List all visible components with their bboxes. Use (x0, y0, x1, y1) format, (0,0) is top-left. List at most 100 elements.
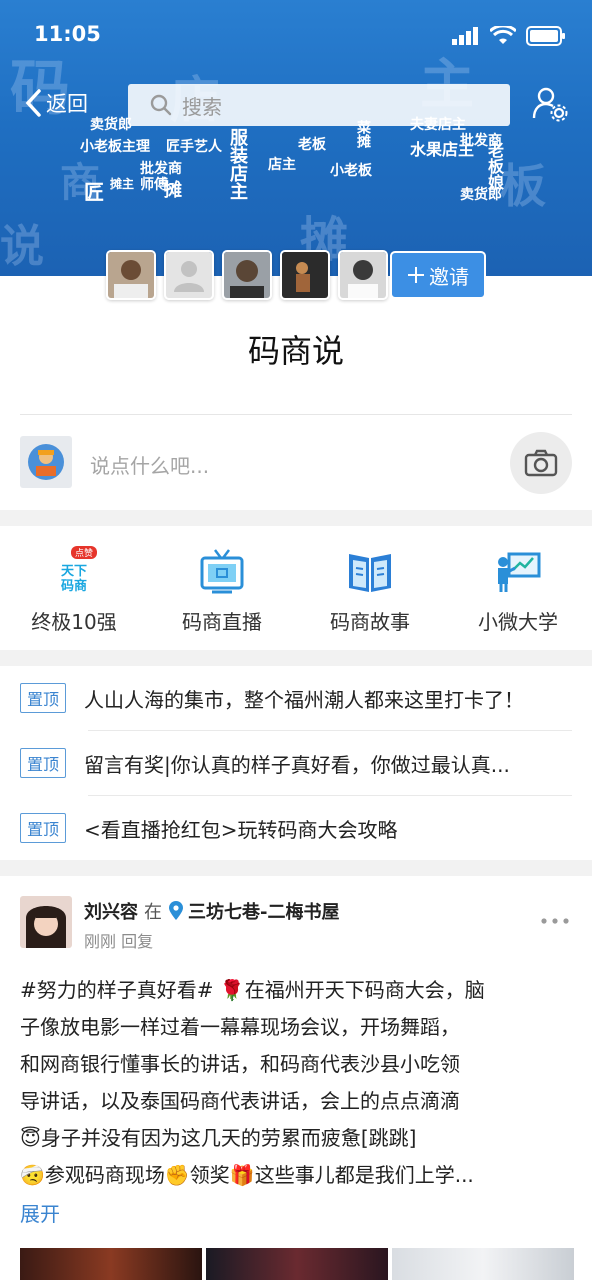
signal-icon (452, 27, 478, 45)
svg-text:点赞: 点赞 (75, 547, 93, 559)
post-image[interactable] (20, 1248, 202, 1280)
cloud-word: 卖货郎 (460, 187, 502, 203)
post-body-line: #努力的样子真好看# 🌹在福州开天下码商大会，脑 (20, 978, 485, 1002)
back-button[interactable]: 返回 (24, 88, 88, 118)
cloud-word: 摊 (164, 180, 182, 201)
location-name: 三坊七巷-二梅书屋 (188, 902, 340, 923)
group-settings-button[interactable] (532, 86, 568, 126)
cloud-word: 老板 (298, 137, 326, 153)
feed-post: 刘兴容 在 三坊七巷-二梅书屋 刚刚 回复 #努力的样子真好看# 🌹在福州开天下… (0, 876, 592, 1280)
pinned-tag: 置顶 (20, 813, 67, 843)
author-photo-icon (20, 896, 72, 948)
back-label: 返回 (46, 92, 88, 116)
location-pin-icon (169, 901, 183, 920)
open-book-icon (345, 546, 395, 596)
post-images (20, 1248, 574, 1280)
search-placeholder: 搜索 (182, 94, 222, 119)
tv-live-icon (197, 546, 247, 596)
cloud-word: 匠 (84, 180, 104, 204)
pinned-item[interactable]: 置顶 人山人海的集市，整个福州潮人都来这里打卡了！ (0, 666, 592, 730)
post-image[interactable] (206, 1248, 388, 1280)
member-photo-icon (108, 252, 154, 298)
cloud-word: 小老板 (330, 163, 372, 179)
default-avatar-icon (166, 252, 212, 298)
location-link[interactable]: 三坊七巷-二梅书屋 (168, 898, 339, 924)
nav-item-stories[interactable]: 码商故事 (296, 526, 444, 650)
post-body-line: 导讲话，以及泰国码商代表讲话，会上的点点滴滴 (20, 1089, 460, 1113)
member-photo-icon (282, 252, 328, 298)
pinned-title: <看直播抢红包>玩转码商大会攻略 (84, 817, 398, 842)
group-title: 码商说 (247, 332, 344, 370)
svg-text:码商: 码商 (61, 578, 87, 594)
banner-word-cloud: 卖货郎 小老板主理 匠手艺人 匠 批发商 店主 摊主 师傅 摊 服装店主 老板 … (80, 118, 510, 213)
status-bar: 11:05 (0, 18, 592, 54)
post-body-line: 😇身子并没有因为这几天的劳累而疲惫[跳跳] (20, 1126, 417, 1150)
feature-nav: 天下 码商 点赞 终极10强 码商直播 码商故事 小微大学 (0, 526, 592, 650)
cloud-word: 摊主 (110, 177, 135, 191)
trophy-badge-icon: 天下 码商 点赞 (49, 546, 99, 596)
search-input[interactable]: 搜索 (128, 84, 510, 126)
member-photo-icon (340, 252, 386, 298)
my-avatar (20, 436, 72, 488)
expand-link[interactable]: 展开 (20, 1198, 60, 1227)
wifi-icon (490, 26, 516, 44)
pinned-title: 留言有奖|你认真的样子真好看，你做过最认真... (84, 752, 510, 777)
member-avatar[interactable] (338, 250, 388, 300)
pinned-tag: 置顶 (20, 683, 67, 713)
nav-label: 小微大学 (478, 610, 558, 634)
status-icons (452, 26, 566, 46)
plus-icon (408, 267, 424, 283)
nav-label: 码商故事 (330, 610, 410, 634)
cloud-word: 小老板主理 (80, 139, 150, 155)
member-avatar[interactable] (280, 250, 330, 300)
pinned-title: 人山人海的集市，整个福州潮人都来这里打卡了！ (84, 687, 525, 712)
post-body: #努力的样子真好看# 🌹在福州开天下码商大会，脑 子像放电影一样过着一幕幕现场会… (20, 972, 572, 1194)
nav-item-university[interactable]: 小微大学 (444, 526, 592, 650)
pinned-item[interactable]: 置顶 留言有奖|你认真的样子真好看，你做过最认真... (0, 731, 592, 795)
post-input[interactable]: 说点什么吧... (90, 450, 209, 479)
worker-avatar-icon (28, 444, 64, 480)
cloud-word: 匠手艺人 (166, 139, 222, 155)
invite-label: 邀请 (429, 264, 469, 289)
svg-text:天下: 天下 (61, 564, 87, 579)
post-body-line: 和网商银行懂事长的讲话，和码商代表沙县小吃领 (20, 1052, 460, 1076)
member-avatar[interactable] (106, 250, 156, 300)
nav-item-live[interactable]: 码商直播 (148, 526, 296, 650)
status-time: 11:05 (34, 22, 101, 46)
divider (20, 414, 572, 415)
cloud-word: 卖货郎 (90, 117, 132, 133)
group-banner: 码 商 店 主 板 摊 说 卖货郎 小老板主理 匠手艺人 匠 批发商 店主 摊主… (0, 0, 592, 276)
camera-button[interactable] (510, 432, 572, 494)
user-settings-icon (532, 87, 568, 122)
member-avatar[interactable] (222, 250, 272, 300)
invite-button[interactable]: 邀请 (390, 251, 486, 299)
cloud-word: 店主 (268, 157, 296, 173)
teacher-board-icon (493, 546, 543, 596)
group-card (0, 276, 592, 510)
pinned-list: 置顶 人山人海的集市，整个福州潮人都来这里打卡了！ 置顶 留言有奖|你认真的样子… (0, 666, 592, 860)
post-image[interactable] (392, 1248, 574, 1280)
cloud-word: 批发商 (140, 161, 182, 177)
author-line: 刘兴容 在 三坊七巷-二梅书屋 (84, 898, 339, 924)
more-options-button[interactable] (540, 910, 570, 929)
author-avatar[interactable] (20, 896, 72, 948)
chevron-left-icon (25, 89, 41, 117)
author-name[interactable]: 刘兴容 (84, 898, 138, 924)
cloud-word: 老板娘 (485, 142, 504, 190)
battery-icon (526, 26, 565, 46)
member-avatar[interactable] (164, 250, 214, 300)
pinned-tag: 置顶 (20, 748, 67, 778)
search-icon (150, 94, 172, 116)
member-avatars (106, 250, 388, 300)
more-dots-icon (541, 918, 569, 924)
nav-item-top10[interactable]: 天下 码商 点赞 终极10强 (0, 526, 148, 650)
member-photo-icon (224, 252, 270, 298)
at-word: 在 (144, 902, 162, 923)
nav-label: 码商直播 (182, 610, 262, 634)
pinned-item[interactable]: 置顶 <看直播抢红包>玩转码商大会攻略 (0, 796, 592, 860)
camera-icon (524, 449, 558, 477)
post-meta: 刚刚 回复 (84, 932, 154, 951)
post-body-line: 子像放电影一样过着一幕幕现场会议，开场舞蹈， (20, 1015, 460, 1039)
nav-label: 终极10强 (31, 610, 117, 634)
post-body-line: 🤕参观码商现场✊领奖🎁这些事儿都是我们上学... (20, 1163, 474, 1187)
